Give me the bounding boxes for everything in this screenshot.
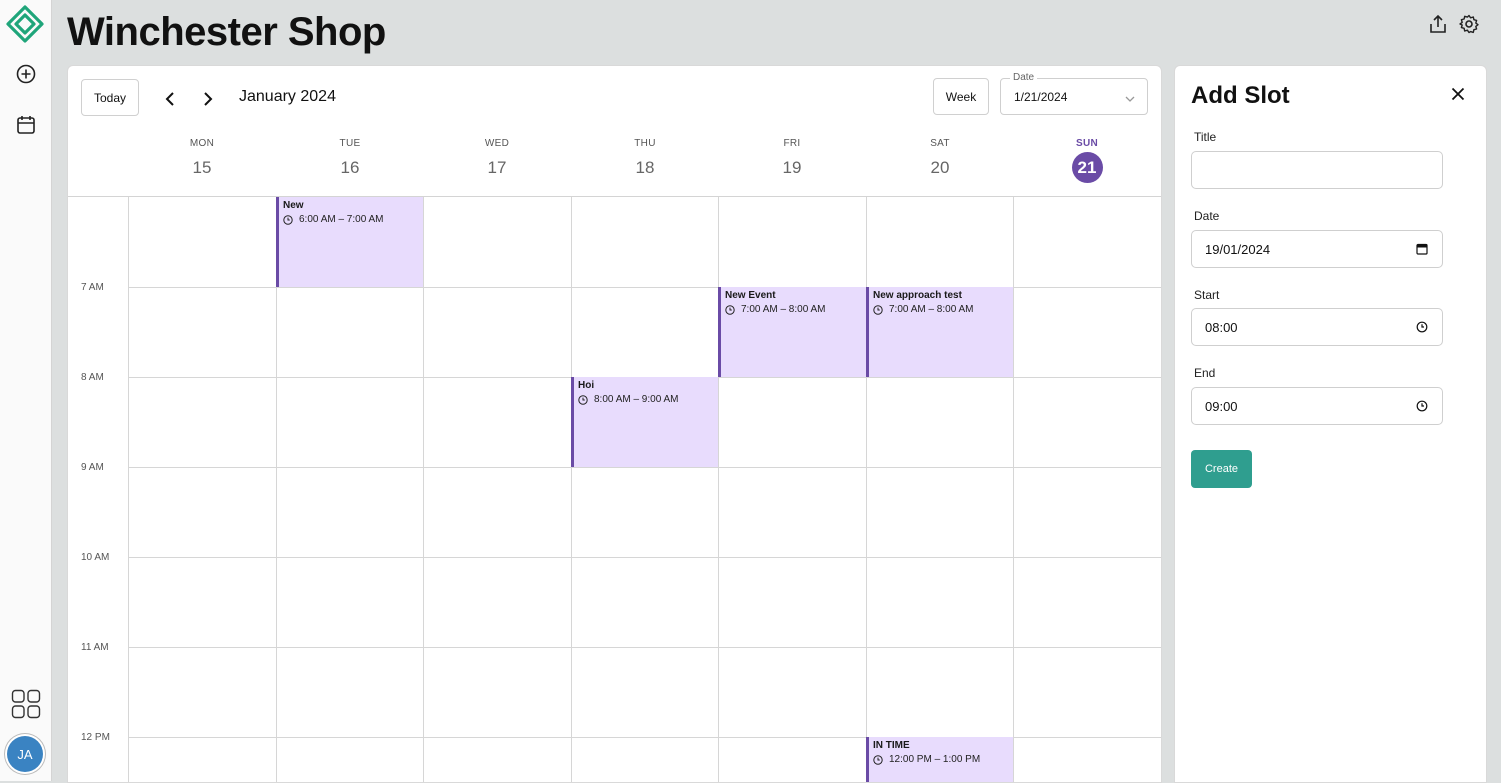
day-number: 20 <box>930 158 950 177</box>
day-name: TUE <box>339 138 361 149</box>
day-name: SAT <box>930 138 950 149</box>
event-card[interactable]: New approach test 7:00 AM – 8:00 AM <box>866 287 1013 377</box>
end-time-field[interactable]: 09:00 <box>1191 387 1443 425</box>
event-time: 8:00 AM – 9:00 AM <box>594 394 679 405</box>
date-label: Date <box>1194 209 1220 223</box>
title-field[interactable] <box>1191 151 1443 189</box>
date-field[interactable]: 19/01/2024 <box>1191 230 1443 268</box>
event-time: 7:00 AM – 8:00 AM <box>741 304 826 315</box>
date-picker-label: Date <box>1010 72 1038 83</box>
panel-title: Add Slot <box>1191 82 1290 109</box>
day-header: WED 17 <box>423 138 571 178</box>
day-number: 18 <box>635 158 655 177</box>
event-title: New <box>283 200 304 211</box>
close-icon[interactable] <box>1451 87 1465 106</box>
hour-label: 8 AM <box>81 372 104 383</box>
day-header: TUE 16 <box>276 138 424 178</box>
date-picker[interactable]: Date 1/21/2024 <box>1000 72 1148 115</box>
day-header-today: SUN 21 <box>1013 138 1161 183</box>
day-number: 17 <box>487 158 507 177</box>
day-number: 16 <box>340 158 360 177</box>
time-grid[interactable]: 7 AM 8 AM 9 AM 10 AM 11 AM 12 PM New 6:0… <box>68 196 1161 782</box>
day-header: MON 15 <box>128 138 276 178</box>
clock-icon <box>283 214 293 225</box>
calendar-icon[interactable] <box>1416 242 1428 260</box>
logo-icon[interactable] <box>6 5 44 43</box>
month-label: January 2024 <box>239 88 336 105</box>
event-card[interactable]: Hoi 8:00 AM – 9:00 AM <box>571 377 718 467</box>
clock-icon <box>873 304 883 315</box>
title-label: Title <box>1194 130 1217 144</box>
day-name: THU <box>634 138 656 149</box>
start-time-field[interactable]: 08:00 <box>1191 308 1443 346</box>
today-button[interactable]: Today <box>81 79 139 116</box>
clock-icon <box>873 754 883 765</box>
add-circle-icon[interactable] <box>15 63 37 85</box>
create-button[interactable]: Create <box>1191 450 1252 488</box>
hour-label: 11 AM <box>81 642 109 653</box>
event-time: 6:00 AM – 7:00 AM <box>299 214 384 225</box>
day-name: FRI <box>783 138 801 149</box>
event-time: 12:00 PM – 1:00 PM <box>889 754 981 765</box>
event-card[interactable]: New Event 7:00 AM – 8:00 AM <box>718 287 866 377</box>
hour-label: 9 AM <box>81 462 104 473</box>
clock-icon[interactable] <box>1416 320 1428 338</box>
event-time: 7:00 AM – 8:00 AM <box>889 304 974 315</box>
event-title: Hoi <box>578 380 595 391</box>
view-select-button[interactable]: Week <box>933 78 989 115</box>
avatar[interactable]: JA <box>7 736 43 772</box>
chevron-left-icon[interactable] <box>159 88 181 110</box>
chevron-right-icon[interactable] <box>197 88 219 110</box>
start-value: 08:00 <box>1205 320 1238 335</box>
hour-label: 7 AM <box>81 282 104 293</box>
end-label: End <box>1194 366 1216 380</box>
gear-icon[interactable] <box>1458 13 1480 35</box>
day-name: WED <box>484 138 510 149</box>
clock-icon <box>578 394 588 405</box>
apps-grid-icon[interactable] <box>11 689 41 719</box>
end-value: 09:00 <box>1205 399 1238 414</box>
day-number: 15 <box>192 158 212 177</box>
page-title: Winchester Shop <box>67 10 386 54</box>
start-label: Start <box>1194 288 1220 302</box>
today-indicator[interactable]: 21 <box>1071 152 1103 183</box>
event-title: IN TIME <box>873 740 910 751</box>
clock-icon[interactable] <box>1416 399 1428 417</box>
event-card[interactable]: IN TIME 12:00 PM – 1:00 PM <box>866 737 1013 782</box>
event-title: New Event <box>725 290 776 301</box>
event-card[interactable]: New 6:00 AM – 7:00 AM <box>276 197 423 287</box>
calendar-view: Today January 2024 Week Date 1/21/2024 M… <box>67 65 1162 783</box>
date-value: 19/01/2024 <box>1205 242 1271 257</box>
hour-label: 10 AM <box>81 552 110 563</box>
hour-label: 12 PM <box>81 732 110 743</box>
clock-icon <box>725 304 735 315</box>
day-header: SAT 20 <box>866 138 1014 178</box>
side-rail: JA <box>0 0 52 781</box>
event-title: New approach test <box>873 290 962 301</box>
add-slot-panel: Add Slot Title Date 19/01/2024 Start 08:… <box>1174 65 1487 783</box>
day-name: MON <box>189 138 215 149</box>
day-name: SUN <box>1075 138 1098 149</box>
date-picker-value: 1/21/2024 <box>1014 90 1068 104</box>
day-header: FRI 19 <box>718 138 866 178</box>
day-header: THU 18 <box>571 138 719 178</box>
calendar-icon[interactable] <box>15 113 37 135</box>
day-number: 19 <box>782 158 802 177</box>
chevron-down-icon <box>1125 90 1135 108</box>
share-icon[interactable] <box>1427 13 1449 35</box>
